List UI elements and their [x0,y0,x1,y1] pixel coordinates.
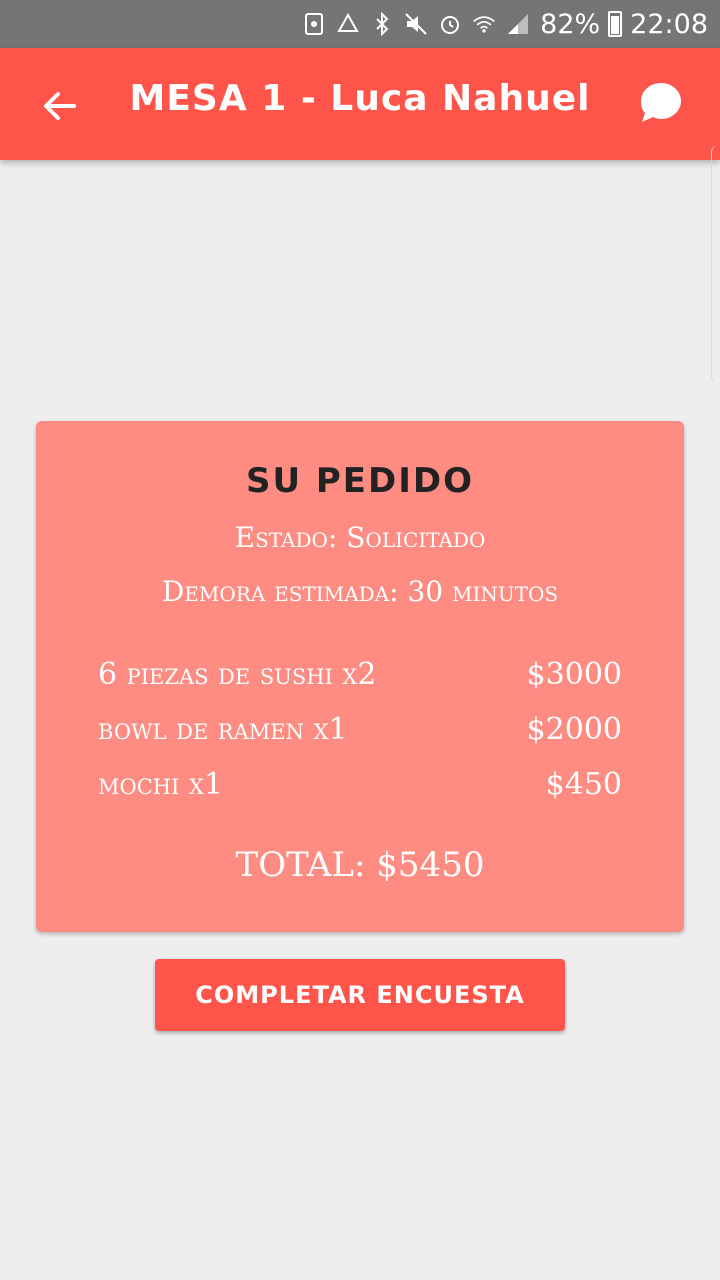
battery-icon [608,11,623,37]
nfc-icon [302,12,326,36]
list-item: bowl de ramen x1 $2000 [98,702,622,757]
wifi-icon [472,12,496,36]
signal-icon [506,12,530,36]
list-item: mochi x1 $450 [98,757,622,812]
order-card: SU PEDIDO Estado: Solicitado Demora esti… [36,421,684,932]
chat-button[interactable] [638,80,684,126]
item-price: $3000 [526,657,622,692]
status-icons [302,12,530,36]
order-total: TOTAL: $5450 [235,845,485,885]
list-item: 6 piezas de sushi x2 $3000 [98,647,622,702]
item-price: $2000 [526,712,622,747]
status-bar: 82% 22:08 [0,0,720,48]
order-delay: Demora estimada: 30 minutos [161,575,559,608]
item-name: mochi x1 [98,767,223,802]
order-title: SU PEDIDO [245,461,475,501]
order-items: 6 piezas de sushi x2 $3000 bowl de ramen… [98,647,622,812]
item-name: 6 piezas de sushi x2 [98,657,377,692]
page-title: MESA 1 - Luca Nahuel [129,78,591,119]
bluetooth-icon [370,12,394,36]
clock: 22:08 [630,8,708,40]
scroll-edge [711,146,720,382]
mute-icon [404,12,428,36]
item-price: $450 [545,767,622,802]
app-bar: MESA 1 - Luca Nahuel [0,48,720,160]
item-name: bowl de ramen x1 [98,712,348,747]
order-status: Estado: Solicitado [234,521,486,554]
alarm-icon [438,12,462,36]
battery-percentage: 82% [540,8,601,40]
chat-bubble-icon [641,83,681,122]
complete-survey-button[interactable]: COMPLETAR ENCUESTA [155,959,565,1031]
sync-icon [336,12,360,36]
